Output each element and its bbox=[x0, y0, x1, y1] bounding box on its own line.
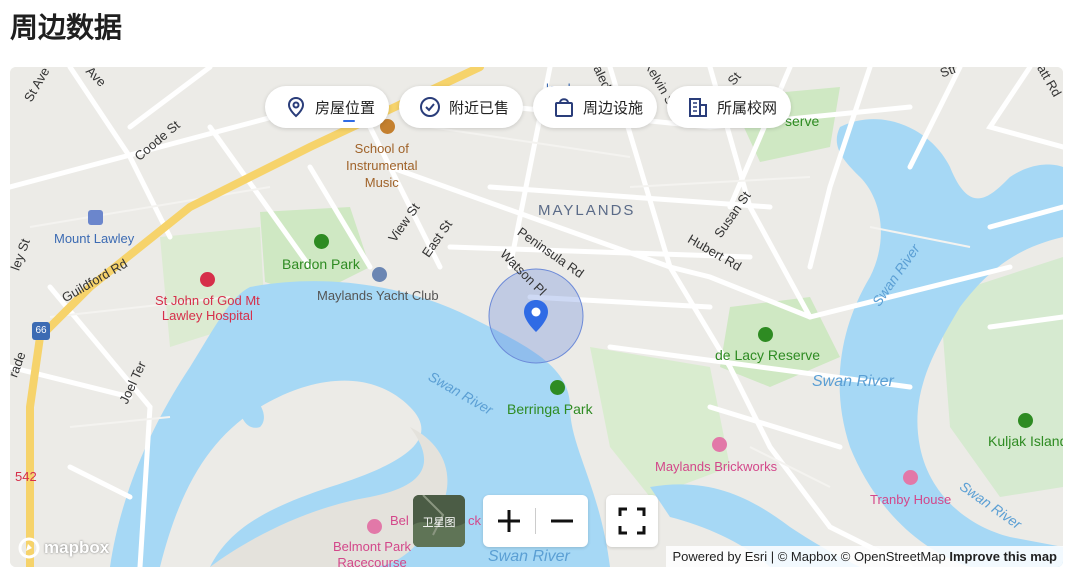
brickworks-label: Maylands Brickworks bbox=[655, 459, 778, 474]
kuljak-island-label: Kuljak Island bbox=[988, 433, 1063, 449]
route-542-label: 542 bbox=[15, 469, 37, 484]
landmark-icon bbox=[367, 519, 382, 534]
park-icon bbox=[314, 234, 329, 249]
school-label: School of Instrumental Music bbox=[346, 141, 418, 190]
bardon-park-label: Bardon Park bbox=[282, 256, 360, 272]
tab-label: 房屋位置 bbox=[315, 98, 376, 117]
belmont-park-label: Belmont Park Racecourse bbox=[333, 539, 412, 567]
tab-nearby-sold[interactable]: 附近已售 bbox=[399, 86, 524, 128]
tab-school-zone[interactable]: 所属校网 bbox=[667, 86, 792, 128]
zoom-controls bbox=[483, 495, 588, 547]
zoom-in-button[interactable] bbox=[483, 495, 535, 547]
map-attribution: Powered by Esri | © Mapbox © OpenStreetM… bbox=[666, 546, 1063, 567]
map-controls: 卫星图 bbox=[413, 495, 658, 547]
map[interactable]: MAYLANDS Mount Lawley School of Instrume… bbox=[10, 67, 1063, 567]
hospital-icon bbox=[200, 272, 215, 287]
location-pin-icon bbox=[285, 96, 307, 118]
route-66-badge: 66 bbox=[32, 322, 50, 340]
mapbox-logo-text: mapbox bbox=[44, 538, 110, 557]
yacht-club-label: Maylands Yacht Club bbox=[317, 288, 439, 303]
de-lacy-reserve-label: de Lacy Reserve bbox=[715, 347, 821, 363]
landmark-icon bbox=[903, 470, 918, 485]
fullscreen-button[interactable] bbox=[606, 495, 658, 547]
park-icon bbox=[1018, 413, 1033, 428]
mapbox-logo-icon bbox=[18, 537, 40, 559]
train-icon bbox=[88, 210, 103, 225]
swan-river-label: Swan River bbox=[812, 373, 894, 390]
zoom-out-button[interactable] bbox=[536, 495, 588, 547]
tab-house-location[interactable]: 房屋位置 bbox=[265, 86, 390, 128]
plus-icon bbox=[498, 510, 520, 532]
bel-label: Bel bbox=[390, 513, 409, 528]
park-icon bbox=[550, 380, 565, 395]
minus-icon bbox=[551, 519, 573, 523]
attribution-text[interactable]: Powered by Esri | © Mapbox © OpenStreetM… bbox=[672, 549, 945, 564]
tab-label: 附近已售 bbox=[449, 98, 510, 117]
building-icon bbox=[687, 96, 709, 118]
hospital-label: St John of God Mt Lawley Hospital bbox=[155, 293, 260, 323]
satellite-label: 卫星图 bbox=[422, 516, 456, 529]
shopping-bag-icon bbox=[553, 96, 575, 118]
swan-river-label-5: Swan River bbox=[488, 548, 570, 565]
mapbox-logo[interactable]: mapbox bbox=[18, 537, 109, 559]
anchor-icon bbox=[372, 267, 387, 282]
mount-lawley-label: Mount Lawley bbox=[54, 231, 135, 246]
section-title: 周边数据 bbox=[10, 11, 123, 44]
landmark-icon bbox=[712, 437, 727, 452]
check-shield-icon bbox=[419, 96, 441, 118]
tab-label: 周边设施 bbox=[583, 98, 644, 117]
tab-label: 所属校网 bbox=[717, 98, 778, 117]
improve-map-link[interactable]: Improve this map bbox=[949, 549, 1057, 564]
tranby-house-label: Tranby House bbox=[870, 492, 952, 507]
tab-facilities[interactable]: 周边设施 bbox=[533, 86, 658, 128]
map-tabs: 房屋位置 附近已售 周边设施 所属校网 bbox=[265, 86, 792, 128]
suburb-label: MAYLANDS bbox=[538, 202, 636, 219]
park-icon bbox=[758, 327, 773, 342]
berringa-park-label: Berringa Park bbox=[507, 401, 593, 417]
location-marker-icon[interactable] bbox=[524, 300, 548, 332]
fullscreen-icon bbox=[618, 507, 646, 535]
satellite-toggle-button[interactable]: 卫星图 bbox=[413, 495, 465, 547]
